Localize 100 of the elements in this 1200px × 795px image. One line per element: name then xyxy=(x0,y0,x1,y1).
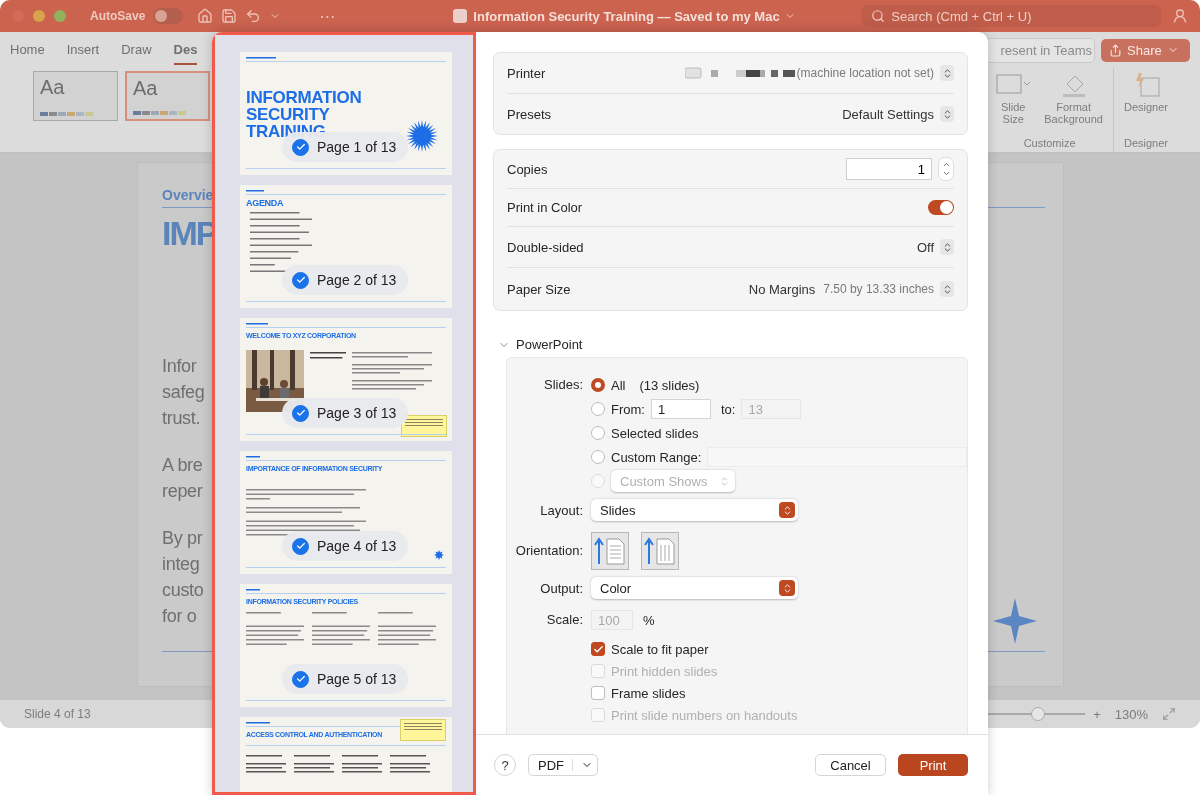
ribbon-tab[interactable]: Draw xyxy=(121,35,152,65)
presets-stepper[interactable] xyxy=(940,106,954,122)
ribbon-tab[interactable]: Insert xyxy=(66,35,100,65)
text-lines-drawing xyxy=(310,352,346,359)
percent-sign: % xyxy=(643,612,655,628)
text-lines-drawing xyxy=(246,57,276,59)
checkbox-label: Frame slides xyxy=(611,685,686,701)
theme-thumbnail[interactable]: Aa xyxy=(125,71,210,121)
window-title: Information Security Training — Saved to my Mac xyxy=(473,8,780,24)
ribbon-tab[interactable]: Home xyxy=(10,35,45,65)
text-lines-drawing xyxy=(250,212,312,273)
radio-button[interactable] xyxy=(591,450,605,464)
text-lines-drawing xyxy=(246,755,286,773)
home-icon[interactable] xyxy=(197,8,214,24)
check-icon[interactable] xyxy=(292,670,309,688)
help-button[interactable]: ? xyxy=(494,754,516,776)
scale-label: Scale: xyxy=(546,611,583,629)
check-icon[interactable] xyxy=(292,271,309,289)
chevron-down-icon xyxy=(941,169,951,178)
copies-field[interactable]: 1 xyxy=(846,158,932,180)
share-button[interactable]: Share xyxy=(1101,38,1190,62)
page-label: Page 3 of 13 xyxy=(317,405,397,421)
double-sided-label: Double-sided xyxy=(507,239,585,255)
presets-value: Default Settings xyxy=(842,106,934,122)
pdf-button[interactable]: PDF xyxy=(528,754,598,776)
check-icon[interactable] xyxy=(292,138,309,156)
layout-select[interactable]: Slides xyxy=(591,499,798,521)
zoom-in-button[interactable]: + xyxy=(1093,706,1101,722)
cancel-button[interactable]: Cancel xyxy=(815,754,886,776)
from-field[interactable]: 1 xyxy=(650,399,711,419)
option-label: Selected slides xyxy=(611,425,699,441)
slide-title: AGENDA xyxy=(246,198,284,208)
page-label: Page 4 of 13 xyxy=(317,538,397,554)
star-icon xyxy=(993,598,1037,644)
paper-size-detail: 7.50 by 13.33 inches xyxy=(823,282,934,296)
checkbox[interactable] xyxy=(591,642,605,656)
section-title: PowerPoint xyxy=(516,337,583,352)
paper-size-value: No Margins xyxy=(748,281,816,297)
option-label: From: xyxy=(611,401,645,417)
autosave-toggle[interactable] xyxy=(153,8,184,24)
paper-size-label: Paper Size xyxy=(507,281,572,297)
output-label: Output: xyxy=(540,580,583,598)
output-select[interactable]: Color xyxy=(591,577,798,599)
layout-label: Layout: xyxy=(540,502,583,520)
option-label: Custom Range: xyxy=(611,449,702,465)
save-icon[interactable] xyxy=(221,8,238,24)
color-switch[interactable] xyxy=(928,200,954,215)
page-thumbnail[interactable]: AGENDA Page 2 of 13 xyxy=(240,185,452,308)
text-lines-drawing xyxy=(294,755,334,773)
to-label: to: xyxy=(720,401,736,417)
page-thumbnail[interactable]: INFORMATION SECURITY TRAINING Page 1 of 13 xyxy=(240,52,452,175)
text-lines-drawing xyxy=(246,722,270,724)
ribbon-label: Format Background xyxy=(1044,101,1103,125)
check-icon[interactable] xyxy=(292,537,309,555)
group-label: Designer xyxy=(1123,137,1168,151)
radio-button[interactable] xyxy=(591,378,605,392)
document-icon xyxy=(453,9,468,23)
zoom-button[interactable] xyxy=(54,10,66,22)
radio-button[interactable] xyxy=(591,402,605,416)
checkbox[interactable] xyxy=(591,686,605,700)
slide-counter: Slide 4 of 13 xyxy=(24,707,91,721)
theme-thumbnail[interactable]: Aa xyxy=(33,71,118,121)
text-lines-drawing xyxy=(378,612,436,646)
person-icon[interactable] xyxy=(1172,8,1188,24)
chevron-up-icon xyxy=(941,160,951,169)
sticky-note xyxy=(401,415,447,437)
text-lines-drawing xyxy=(246,612,304,646)
check-icon[interactable] xyxy=(292,404,309,422)
text-lines-drawing xyxy=(342,755,382,773)
double-sided-stepper[interactable] xyxy=(940,239,954,255)
double-sided-value: Off xyxy=(916,239,934,255)
paper-size-stepper[interactable] xyxy=(940,281,954,297)
search-field[interactable]: Search (Cmd + Ctrl + U) xyxy=(861,5,1162,27)
page-label: Page 1 of 13 xyxy=(317,139,397,155)
zoom-level: 130% xyxy=(1114,706,1148,722)
fit-to-window-icon[interactable] xyxy=(1162,707,1176,721)
landscape-button[interactable] xyxy=(641,532,679,570)
present-button[interactable]: resent in Teams xyxy=(985,37,1095,63)
radio-button[interactable] xyxy=(591,426,605,440)
page-label: Page 5 of 13 xyxy=(317,671,397,687)
option-label: All xyxy=(611,377,626,393)
checkbox-label: Print slide numbers on handouts xyxy=(611,707,798,723)
printer-label: Printer xyxy=(507,65,547,81)
copies-stepper[interactable] xyxy=(938,157,954,181)
more-button[interactable]: ⋯ xyxy=(319,6,336,26)
text-lines-drawing xyxy=(246,589,260,591)
print-button[interactable]: Print xyxy=(898,754,968,776)
printer-stepper[interactable] xyxy=(940,65,954,81)
checkbox-label: Scale to fit paper xyxy=(611,641,709,657)
ribbon-tab[interactable]: Des xyxy=(173,35,198,65)
starburst-icon xyxy=(434,550,444,560)
printer-location: (machine location not set) xyxy=(796,66,934,80)
undo-icon[interactable] xyxy=(245,8,262,24)
ribbon-label: Slide Size xyxy=(1001,101,1026,125)
slides-label: Slides: xyxy=(543,376,583,394)
portrait-button[interactable] xyxy=(591,532,629,570)
ribbon-label: Designer xyxy=(1123,101,1168,113)
text-lines-drawing xyxy=(312,612,370,646)
minimize-button[interactable] xyxy=(33,10,45,22)
text-lines-drawing xyxy=(246,190,264,192)
